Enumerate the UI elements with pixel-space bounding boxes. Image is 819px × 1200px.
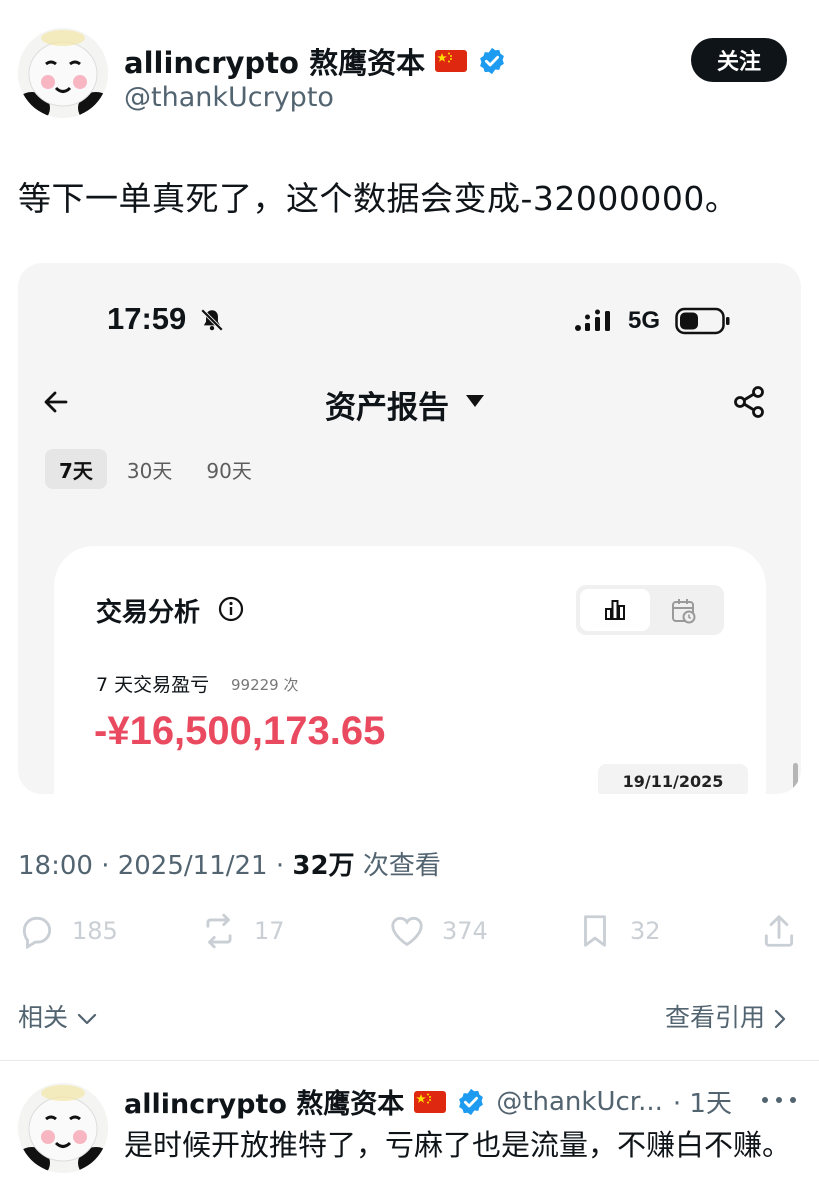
trade-analysis-card: 交易分析 7 天交易盈亏 99229 次 -¥16,500,173.65 19/…	[54, 546, 766, 794]
like-icon	[391, 916, 423, 947]
reply-header: allincrypto 熬鹰资本 @thankUcr... · 1天	[124, 1082, 732, 1121]
divider	[0, 1060, 819, 1061]
author-display-name[interactable]: allincrypto 熬鹰资本	[124, 40, 425, 82]
caret-down-icon[interactable]	[464, 393, 486, 409]
retweet-button[interactable]: 17	[200, 912, 285, 950]
reply-count: 185	[72, 917, 118, 945]
verified-badge-icon	[459, 1088, 484, 1115]
author-avatar[interactable]	[18, 28, 108, 118]
reply-icon	[22, 916, 52, 950]
tab-90-days[interactable]: 90天	[192, 449, 265, 489]
panda-avatar	[18, 1083, 108, 1173]
reply-handle[interactable]: @thankUcr...	[496, 1087, 663, 1117]
network-label: 5G	[628, 307, 661, 334]
panda-avatar	[18, 28, 108, 118]
author-handle[interactable]: @thankUcrypto	[124, 82, 334, 113]
view-count: 32万	[292, 851, 355, 881]
bell-muted-icon	[200, 308, 224, 332]
tab-7-days[interactable]: 7天	[45, 449, 107, 489]
signal-icon	[575, 309, 610, 331]
scrollbar[interactable]	[793, 763, 798, 793]
bar-view-button[interactable]	[580, 589, 650, 631]
phone-status-time: 17:59	[107, 301, 187, 336]
china-flag-icon	[435, 50, 468, 72]
more-icon[interactable]	[757, 1090, 801, 1110]
date-chip: 19/11/2025	[598, 764, 748, 794]
pnl-label: 7 天交易盈亏	[96, 674, 210, 696]
follow-button[interactable]: 关注	[691, 38, 787, 82]
reply-time[interactable]: · 1天	[673, 1083, 732, 1120]
view-label: 次查看	[354, 851, 441, 881]
calendar-icon[interactable]	[670, 597, 698, 625]
card-title: 交易分析	[96, 598, 201, 628]
action-bar: 185 17 374 32	[18, 912, 801, 956]
reply-author-avatar[interactable]	[18, 1083, 108, 1173]
china-flag-icon	[414, 1090, 447, 1113]
info-icon[interactable]	[218, 596, 244, 622]
trade-count: 99229 次	[231, 676, 299, 694]
battery-icon	[675, 307, 730, 335]
reply-display-name[interactable]: allincrypto 熬鹰资本	[124, 1082, 404, 1121]
share-upload-icon	[764, 915, 794, 947]
view-quotes-link[interactable]: 查看引用	[665, 998, 787, 1034]
bookmark-button[interactable]: 32	[576, 912, 661, 950]
related-label: 相关	[18, 1003, 69, 1032]
retweet-count: 17	[254, 917, 285, 945]
reply-text: 是时候开放推特了，亏麻了也是流量，不赚白不赚。	[124, 1128, 792, 1162]
view-toggle	[576, 585, 724, 635]
tweet-text: 等下一单真死了，这个数据会变成-32000000。	[18, 179, 739, 218]
like-button[interactable]: 374	[388, 912, 488, 950]
bar-chart-icon	[605, 600, 625, 620]
like-count: 374	[442, 917, 488, 945]
related-toggle[interactable]: 相关	[18, 998, 98, 1034]
verified-badge-icon	[480, 47, 504, 75]
tweet-timestamp[interactable]: 18:00 · 2025/11/21 ·	[18, 851, 292, 881]
chevron-right-icon	[774, 1009, 786, 1029]
pnl-value: -¥16,500,173.65	[94, 709, 386, 753]
chevron-down-icon	[77, 1013, 97, 1025]
bookmark-count: 32	[630, 917, 661, 945]
share-icon[interactable]	[731, 384, 767, 420]
tab-30-days[interactable]: 30天	[113, 449, 186, 489]
tweet-media-image[interactable]: 17:59 5G 资产报告 7天 30天 90天 交易分析 7 天交易盈亏 99…	[18, 263, 801, 794]
asset-report-title[interactable]: 资产报告	[325, 382, 449, 427]
retweet-icon	[206, 913, 232, 949]
period-tabs: 7天 30天 90天	[45, 449, 272, 489]
bookmark-icon	[584, 915, 606, 947]
share-button[interactable]	[760, 912, 798, 950]
reply-button[interactable]: 185	[18, 912, 118, 950]
tweet-meta: 18:00 · 2025/11/21 · 32万 次查看	[18, 845, 441, 882]
back-arrow-icon[interactable]	[40, 386, 72, 418]
quotes-label: 查看引用	[665, 1003, 766, 1032]
